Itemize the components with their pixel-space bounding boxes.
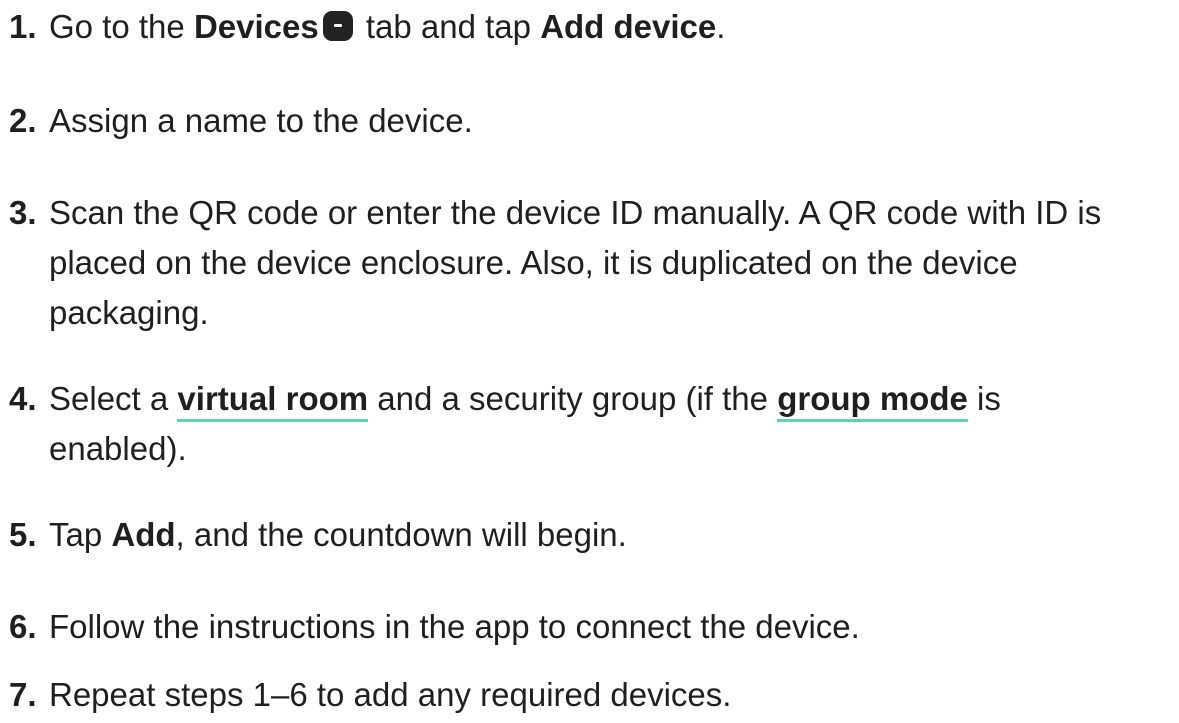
step-3: 3. Scan the QR code or enter the device I… [9,188,1174,338]
step-text: and a security group (if the [368,380,778,417]
step-text: . [716,8,726,45]
step-number: 1. [9,8,37,45]
devices-label: Devices [193,8,319,45]
step-text: Scan the QR code or enter the device ID … [49,194,1102,231]
instruction-steps: 1. Go to the Devices tab and tap Add devi… [0,0,1179,723]
step-7: 7. Repeat steps 1–6 to add any required d… [9,670,1174,720]
step-text: is [967,380,1001,417]
step-number: 2. [9,102,37,139]
step-number: 4. [9,380,37,417]
step-2: 2. Assign a name to the device. [9,96,1174,146]
step-number: 7. [9,676,37,713]
step-text-continued: packaging. [49,294,209,331]
step-text-continued: placed on the device enclosure. Also, it… [49,244,1018,281]
add-label: Add [111,516,176,553]
step-number: 6. [9,608,37,645]
step-text-continued: enabled). [49,430,187,467]
step-text: Go to the [49,8,194,45]
step-5: 5. Tap Add, and the countdown will begin. [9,510,1174,560]
step-number: 3. [9,194,37,231]
step-6: 6. Follow the instructions in the app to … [9,602,1174,652]
step-number: 5. [9,516,37,553]
step-text: , and the countdown will begin. [175,516,627,553]
step-text: Tap [49,516,112,553]
step-4: 4. Select a virtual room and a security g… [9,374,1174,474]
group-mode-link[interactable]: group mode [777,380,968,422]
step-text: Assign a name to the device. [49,102,473,139]
virtual-room-link[interactable]: virtual room [177,380,369,422]
step-1: 1. Go to the Devices tab and tap Add devi… [9,2,1174,52]
step-text: tab and tap [356,8,541,45]
step-text: Follow the instructions in the app to co… [49,608,860,645]
step-text: Select a [49,380,178,417]
devices-tab-icon [322,11,353,41]
add-device-label: Add device [540,8,717,45]
step-text: Repeat steps 1–6 to add any required dev… [49,676,732,713]
